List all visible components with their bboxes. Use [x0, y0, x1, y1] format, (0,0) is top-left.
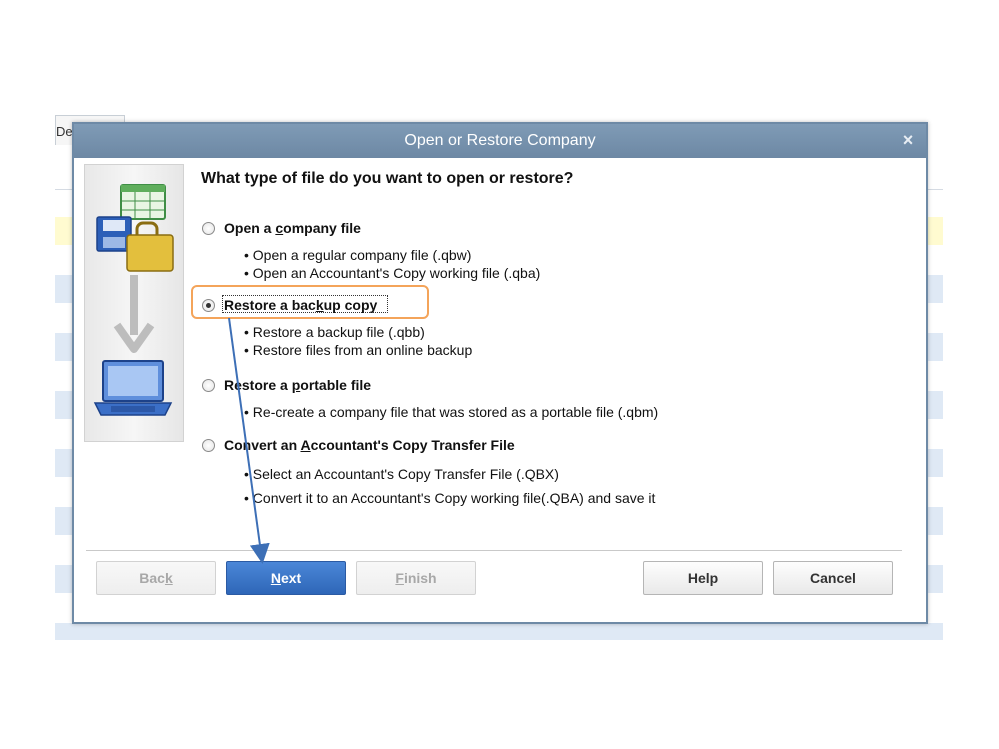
- annotation-arrow: [228, 317, 270, 564]
- annotation-arrow-line: [228, 317, 270, 564]
